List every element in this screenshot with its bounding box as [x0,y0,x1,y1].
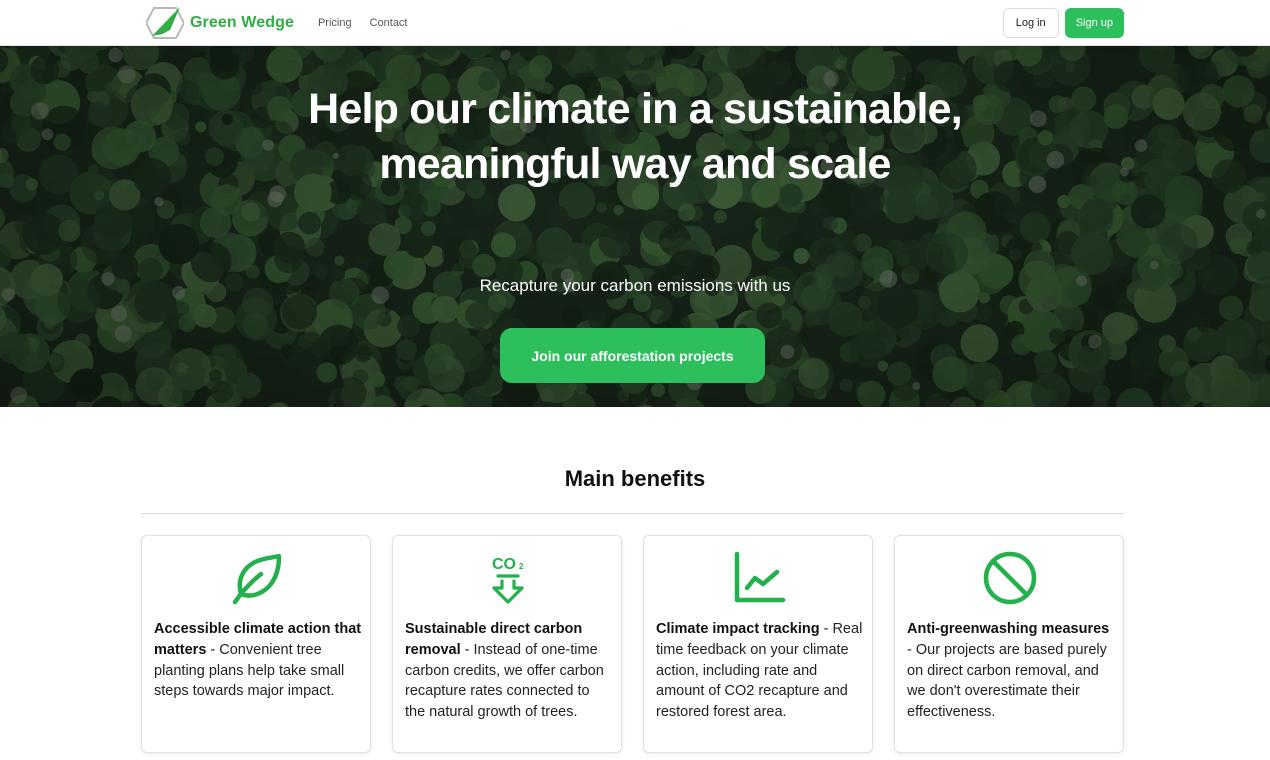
co2-down-icon: CO 2 [478,548,538,608]
line-chart-icon [729,548,789,608]
benefits-cards: Accessible climate action that matters -… [141,535,1124,755]
benefit-card: Anti-greenwashing measures - Our project… [894,535,1124,753]
brand-link[interactable]: Green Wedge [146,6,294,40]
nav-link-pricing[interactable]: Pricing [318,17,352,29]
leaf-icon [227,548,287,608]
hero-section: Help our climate in a sustainable, meani… [0,46,1270,407]
brand-name: Green Wedge [190,14,294,31]
section-divider [141,513,1124,514]
benefit-text: Accessible climate action that matters -… [154,619,362,702]
login-button[interactable]: Log in [1002,8,1059,38]
benefit-title: Climate impact tracking [656,621,820,637]
benefit-text: Anti-greenwashing measures - Our project… [907,619,1115,723]
benefit-card: Accessible climate action that matters -… [141,535,371,753]
svg-text:CO: CO [492,556,516,573]
benefits-heading: Main benefits [564,466,706,491]
join-projects-button[interactable]: Join our afforestation projects [500,328,765,383]
benefit-card: CO 2 Sustainable direct carbon removal -… [392,535,622,753]
ban-icon [980,548,1040,608]
nav-link-contact[interactable]: Contact [370,17,408,29]
green-wedge-logo-icon [146,7,184,39]
hero-title: Help our climate in a sustainable, meani… [308,85,963,188]
benefit-text: Climate impact tracking - Real time feed… [656,619,864,723]
signup-button[interactable]: Sign up [1064,8,1124,38]
benefit-card: Climate impact tracking - Real time feed… [643,535,873,753]
benefit-title: Anti-greenwashing measures [907,621,1110,637]
navbar-inner: Green Wedge Pricing Contact Log in Sign … [146,0,1124,46]
top-navbar: Green Wedge Pricing Contact Log in Sign … [0,0,1270,46]
benefit-text: Sustainable direct carbon removal - Inst… [405,619,613,723]
benefit-description: - Our projects are based purely on direc… [907,641,1107,721]
svg-text:2: 2 [519,562,524,571]
hero-subtitle: Recapture your carbon emissions with us [479,276,791,295]
